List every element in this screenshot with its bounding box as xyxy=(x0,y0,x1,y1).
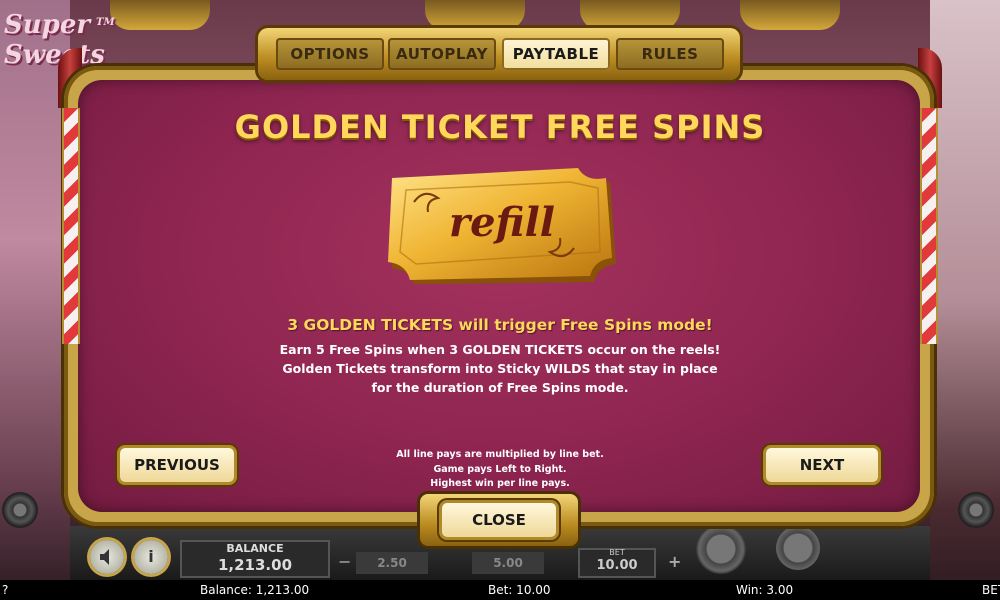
spin-button[interactable] xyxy=(696,524,746,574)
free-spins-headline: 3 GOLDEN TICKETS will trigger Free Spins… xyxy=(287,316,713,334)
balance-value: 1,213.00 xyxy=(217,556,293,574)
ticket-label: refill xyxy=(449,199,555,246)
info-button[interactable]: i xyxy=(134,540,168,574)
autoplay-button[interactable] xyxy=(776,526,820,570)
free-spins-description: Earn 5 Free Spins when 3 GOLDEN TICKETS … xyxy=(0,340,1000,397)
help-marker[interactable]: ? xyxy=(2,580,8,600)
tab-autoplay[interactable]: AUTOPLAY xyxy=(388,38,496,70)
menu-tab-bar: OPTIONS AUTOPLAY PAYTABLE RULES xyxy=(258,28,740,80)
tab-rules[interactable]: RULES xyxy=(616,38,724,70)
close-button-frame: CLOSE xyxy=(420,494,578,546)
status-bar: ? Balance: 1,213.00 Bet: 10.00 Win: 3.00… xyxy=(0,580,1000,600)
tab-options[interactable]: OPTIONS xyxy=(276,38,384,70)
balance-label: BALANCE xyxy=(226,542,284,555)
info-icon: i xyxy=(148,547,154,566)
status-balance: Balance: 1,213.00 xyxy=(200,583,310,597)
bet-decrease-button[interactable]: − xyxy=(338,552,351,571)
next-button[interactable]: NEXT xyxy=(766,448,878,482)
machine-top-decor xyxy=(580,0,680,30)
golden-ticket-icon: refill xyxy=(388,168,616,284)
speaker-icon xyxy=(100,549,109,565)
conveyor-gear-icon xyxy=(2,492,38,528)
machine-top-decor xyxy=(425,0,525,30)
balance-display: BALANCE 1,213.00 xyxy=(180,540,330,578)
bet-increase-button[interactable]: + xyxy=(668,552,681,571)
status-bet: Bet: 10.00 xyxy=(488,583,551,597)
tab-paytable[interactable]: PAYTABLE xyxy=(502,38,610,70)
brand-logo: BET xyxy=(982,583,1000,597)
bet-value: 10.00 xyxy=(596,558,638,573)
machine-top-decor xyxy=(740,0,840,30)
status-win: Win: 3.00 xyxy=(736,583,794,597)
bet-label: BET xyxy=(609,548,625,557)
machine-top-decor xyxy=(110,0,210,30)
previous-button[interactable]: PREVIOUS xyxy=(120,448,234,482)
bet-display: BET 10.00 xyxy=(578,548,656,578)
conveyor-gear-icon xyxy=(958,492,994,528)
bet-option[interactable]: 5.00 xyxy=(472,552,544,574)
description-line: Earn 5 Free Spins when 3 GOLDEN TICKETS … xyxy=(279,342,721,357)
sound-toggle-button[interactable] xyxy=(90,540,124,574)
description-line: Golden Tickets transform into Sticky WIL… xyxy=(282,361,718,376)
bet-option[interactable]: 2.50 xyxy=(356,552,428,574)
close-button[interactable]: CLOSE xyxy=(442,503,556,537)
paytable-title: GOLDEN TICKET FREE SPINS xyxy=(234,108,766,146)
description-line: for the duration of Free Spins mode. xyxy=(371,380,629,395)
